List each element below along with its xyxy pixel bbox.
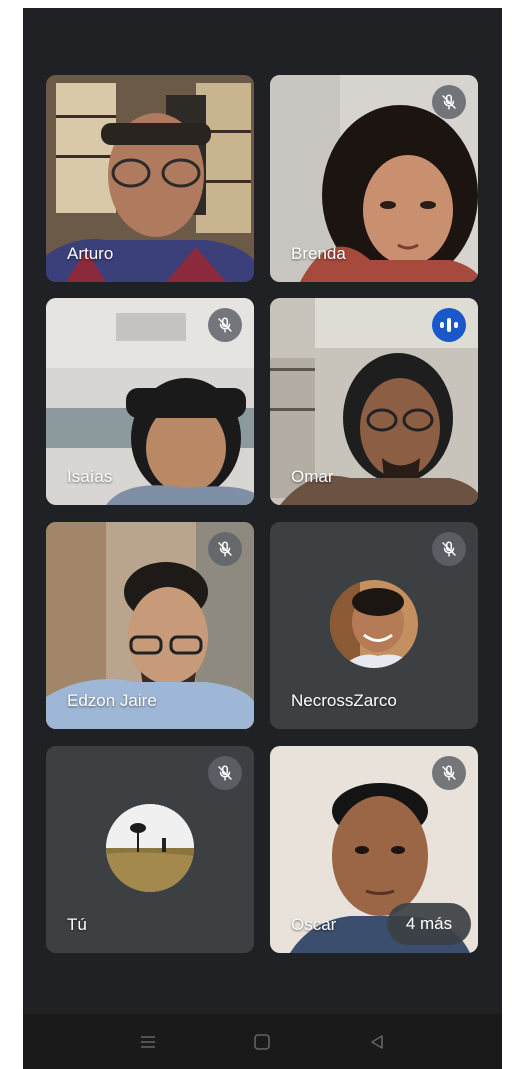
- participant-name: Edzon Jaire: [67, 691, 157, 710]
- mic-off-icon: [208, 532, 242, 566]
- participant-name: Brenda: [291, 244, 346, 263]
- more-participants-button[interactable]: 4 más: [387, 903, 471, 945]
- participant-tile-omar[interactable]: Omar: [270, 298, 478, 505]
- back-icon[interactable]: [362, 1028, 392, 1056]
- mic-off-icon: [208, 756, 242, 790]
- participant-name: Tú: [67, 915, 87, 934]
- mic-off-icon: [432, 756, 466, 790]
- participant-tile-edzon[interactable]: Edzon Jaire: [46, 522, 254, 729]
- system-nav-bar: [23, 1014, 502, 1069]
- participant-name: Arturo: [67, 244, 114, 263]
- participant-tile-arturo[interactable]: Arturo: [46, 75, 254, 282]
- home-icon[interactable]: [247, 1028, 277, 1056]
- avatar: [106, 804, 194, 892]
- mic-off-icon: [432, 532, 466, 566]
- participant-name: Omar: [291, 467, 334, 486]
- participant-tile-isaias[interactable]: Isaías: [46, 298, 254, 505]
- participant-tile-brenda[interactable]: Brenda: [270, 75, 478, 282]
- mic-off-icon: [432, 85, 466, 119]
- participant-name: NecrossZarco: [291, 691, 397, 710]
- participant-name: Isaías: [67, 467, 113, 486]
- participant-tile-necrosszarco[interactable]: NecrossZarco: [270, 522, 478, 729]
- participant-name: Oscar: [291, 915, 337, 934]
- participant-tile-self[interactable]: Tú: [46, 746, 254, 953]
- avatar: [330, 580, 418, 668]
- menu-icon[interactable]: [133, 1028, 163, 1056]
- mic-off-icon: [208, 308, 242, 342]
- audio-level-icon: [432, 308, 466, 342]
